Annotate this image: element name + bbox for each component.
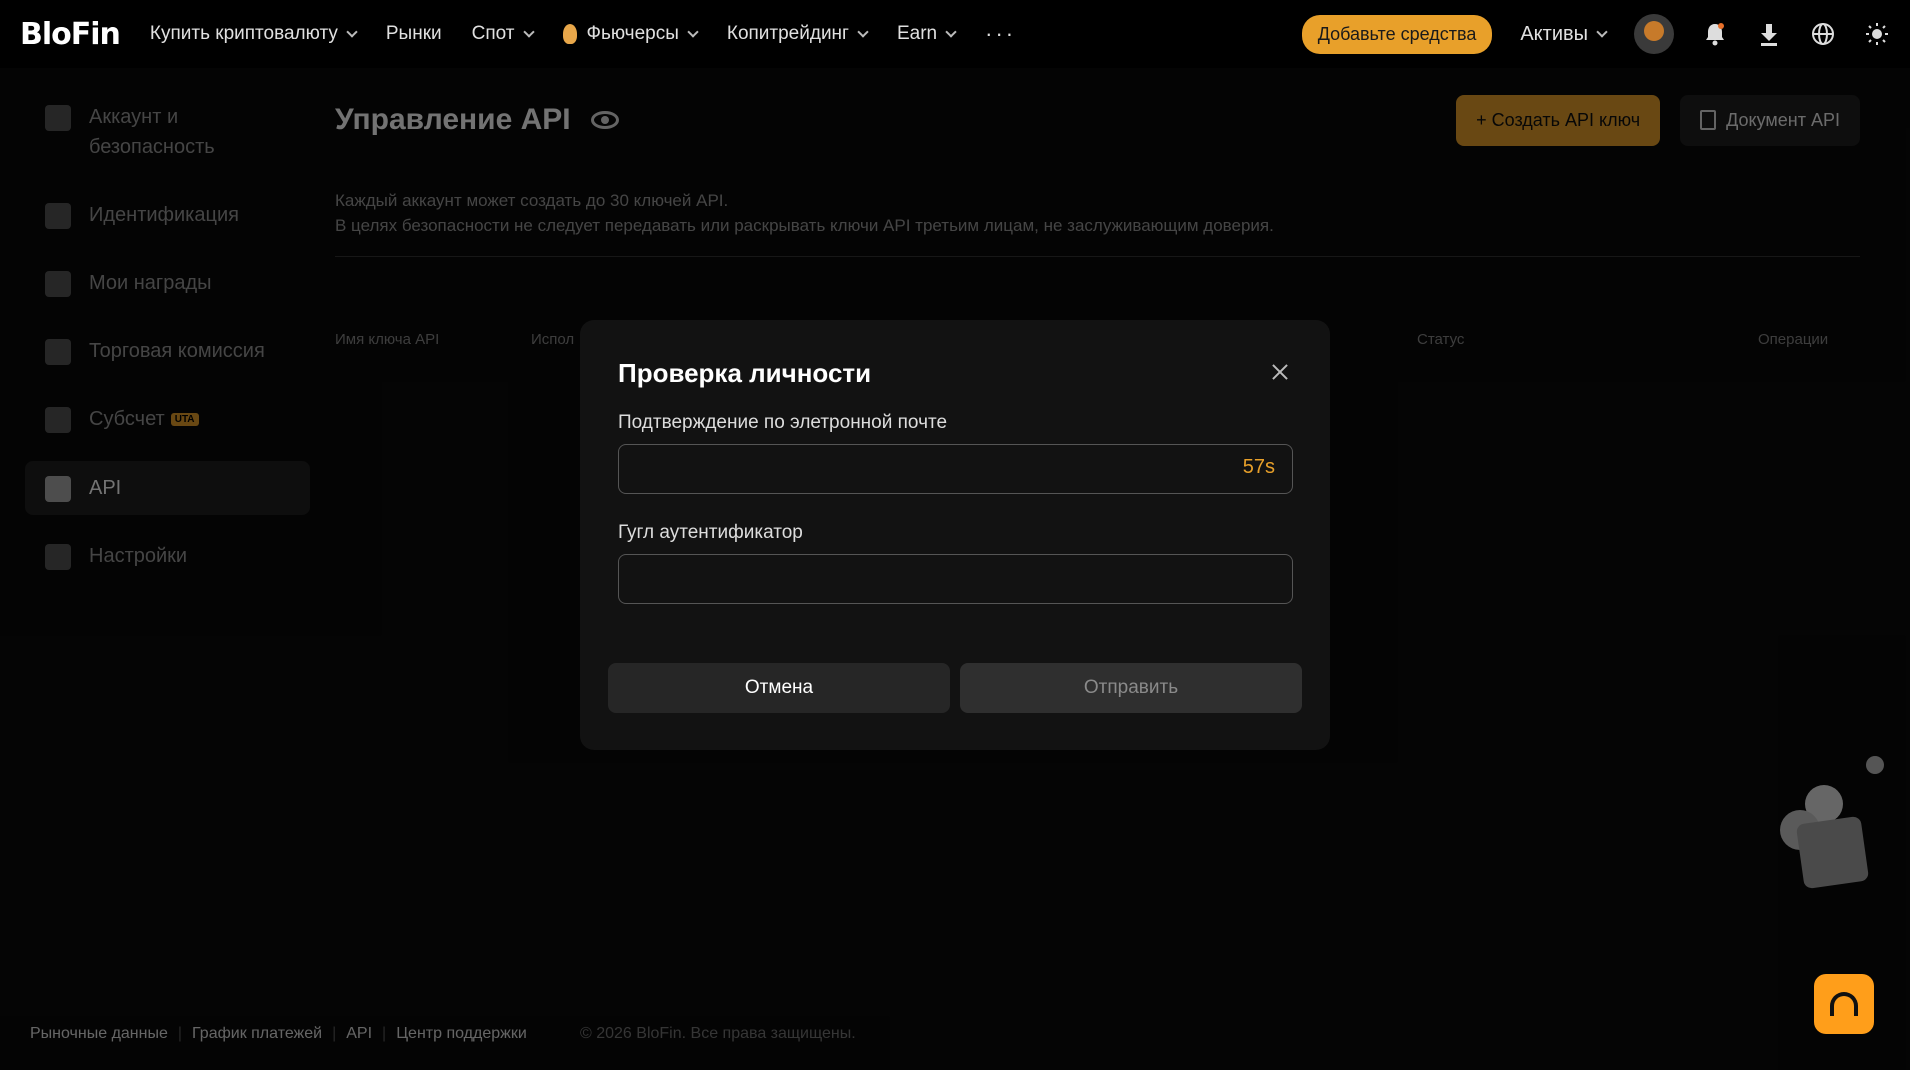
footer-separator: | xyxy=(382,1025,387,1042)
api-doc-button[interactable]: Документ API xyxy=(1680,94,1860,146)
footer-link-support[interactable]: Центр поддержки xyxy=(396,1025,527,1043)
page: BloFin Купить криптовалюту Рынки Спот Фь… xyxy=(0,0,1910,1070)
close-icon[interactable] xyxy=(1270,362,1290,382)
sidebar: Аккаунт и безопасность Идентификация Мои… xyxy=(25,90,310,597)
divider xyxy=(335,256,1860,257)
nav-buy-crypto[interactable]: Купить криптовалюту xyxy=(150,23,358,45)
col-api-key-name: Имя ключа API xyxy=(335,331,440,348)
google-auth-input[interactable] xyxy=(618,554,1293,604)
nav-right: Добавьте средства Активы xyxy=(1301,0,1890,68)
footer-link-api[interactable]: API xyxy=(346,1025,372,1043)
sidebar-item-label: Настройки xyxy=(89,544,188,567)
footer-separator: | xyxy=(332,1025,337,1042)
promo-close-icon[interactable] xyxy=(1866,756,1884,774)
nav-earn[interactable]: Earn xyxy=(897,23,957,45)
footer-links: Рыночные данные | График платежей | API … xyxy=(30,1025,527,1043)
support-button[interactable] xyxy=(1814,974,1874,1034)
fee-icon xyxy=(45,339,71,365)
description: Каждый аккаунт может создать до 30 ключе… xyxy=(335,191,1274,235)
sidebar-item-label: Мои награды xyxy=(89,272,212,294)
title-row: Управление API + Создать API ключ Докуме… xyxy=(335,90,1860,150)
referral-icon xyxy=(1795,815,1870,890)
api-icon xyxy=(45,475,71,502)
chevron-down-icon xyxy=(945,26,957,38)
col-operations: Операции xyxy=(1758,331,1829,348)
flame-icon xyxy=(562,24,577,44)
download-icon[interactable] xyxy=(1756,21,1782,47)
ticket-icon xyxy=(45,271,71,297)
chevron-down-icon xyxy=(1596,26,1608,38)
sidebar-item-label: Торговая комиссия xyxy=(89,340,265,362)
sidebar-item-label: Субсчет UTA xyxy=(89,404,199,435)
nav-copy-trading[interactable]: Копитрейдинг xyxy=(727,23,869,45)
document-icon xyxy=(1700,110,1717,130)
modal-title: Проверка личности xyxy=(618,358,872,388)
page-title: Управление API xyxy=(335,103,619,137)
deposit-button[interactable]: Добавьте средства xyxy=(1301,14,1493,54)
copyright: © 2026 BloFin. Все права защищены. xyxy=(580,1025,856,1042)
avatar[interactable] xyxy=(1634,14,1674,54)
settings-icon xyxy=(45,543,71,570)
create-api-key-button[interactable]: + Создать API ключ xyxy=(1456,94,1661,146)
resend-timer[interactable]: 57s xyxy=(1243,456,1275,479)
sidebar-item-sub-account[interactable]: Субсчет UTA xyxy=(25,392,310,447)
logo[interactable]: BloFin xyxy=(20,17,121,52)
uta-badge: UTA xyxy=(170,412,199,426)
sub-account-icon xyxy=(45,407,71,433)
sidebar-item-label: Аккаунт и безопасность xyxy=(89,106,215,158)
sidebar-item-rewards[interactable]: Мои награды xyxy=(25,256,310,310)
globe-icon[interactable] xyxy=(1810,21,1836,47)
headset-icon xyxy=(1830,992,1858,1016)
sidebar-item-label: API xyxy=(89,476,122,499)
sidebar-item-label: Идентификация xyxy=(89,204,239,226)
sidebar-item-api[interactable]: API xyxy=(25,460,310,515)
shield-icon xyxy=(45,105,71,131)
chevron-down-icon xyxy=(687,26,699,38)
col-status: Статус xyxy=(1417,331,1465,348)
promo-widget[interactable] xyxy=(1775,780,1875,890)
eye-icon[interactable] xyxy=(590,111,619,129)
chevron-down-icon xyxy=(857,26,869,38)
footer-link-fee-schedule[interactable]: График платежей xyxy=(192,1025,322,1043)
chevron-down-icon xyxy=(522,26,535,38)
action-buttons: + Создать API ключ Документ API xyxy=(1456,94,1860,146)
sidebar-item-trading-fee[interactable]: Торговая комиссия xyxy=(25,324,310,378)
col-usage: Испол xyxy=(531,331,575,348)
email-code-input[interactable] xyxy=(618,444,1293,494)
footer-separator: | xyxy=(177,1025,183,1042)
nav-markets[interactable]: Рынки xyxy=(386,23,442,45)
bell-icon[interactable] xyxy=(1702,21,1728,47)
email-verification-label: Подтверждение по элетронной почте xyxy=(618,412,948,433)
assets-menu[interactable]: Активы xyxy=(1520,23,1608,46)
nav-more[interactable]: ··· xyxy=(985,21,1016,47)
chevron-down-icon xyxy=(346,26,358,38)
nav-spot[interactable]: Спот xyxy=(472,23,535,45)
top-nav: BloFin Купить криптовалюту Рынки Спот Фь… xyxy=(0,0,1910,68)
sidebar-item-settings[interactable]: Настройки xyxy=(25,529,310,583)
cancel-button[interactable]: Отмена xyxy=(608,663,950,713)
identity-verification-modal: Проверка личности Подтверждение по элетр… xyxy=(580,320,1330,750)
footer-link-market-data[interactable]: Рыночные данные xyxy=(30,1025,168,1043)
sidebar-item-account-security[interactable]: Аккаунт и безопасность xyxy=(25,90,310,174)
submit-button[interactable]: Отправить xyxy=(960,663,1302,713)
google-auth-label: Гугл аутентификатор xyxy=(618,522,803,543)
id-card-icon xyxy=(45,203,71,229)
nav-futures[interactable]: Фьючерсы xyxy=(562,23,699,45)
sidebar-item-identification[interactable]: Идентификация xyxy=(25,188,310,242)
sun-icon[interactable] xyxy=(1864,21,1890,47)
